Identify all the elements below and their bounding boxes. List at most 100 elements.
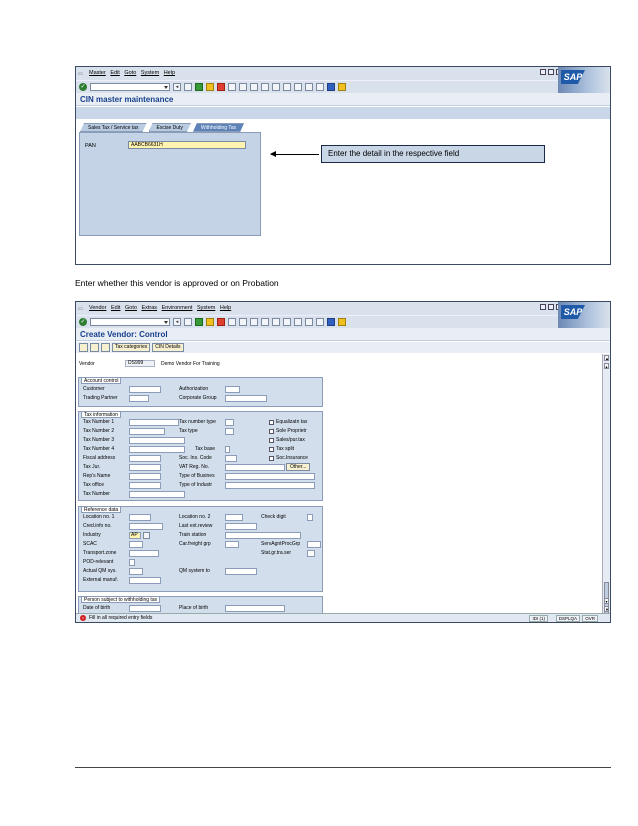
tax-number-2-field[interactable] — [129, 428, 165, 435]
help-icon[interactable] — [327, 318, 335, 326]
tax-base-field[interactable] — [225, 446, 230, 453]
new-session-icon[interactable] — [305, 318, 313, 326]
qm-system-field[interactable] — [225, 568, 257, 575]
first-page-icon[interactable] — [261, 318, 269, 326]
car-freight-field[interactable] — [225, 541, 239, 548]
menu-goto[interactable]: Goto — [125, 302, 137, 315]
menu-help[interactable]: Help — [220, 302, 231, 315]
tab-sales-tax[interactable]: Sales Tax / Service tax — [80, 123, 147, 132]
find-icon[interactable] — [239, 83, 247, 91]
type-of-industry-field[interactable] — [225, 482, 315, 489]
print-icon[interactable] — [228, 318, 236, 326]
find-icon[interactable] — [239, 318, 247, 326]
pan-field[interactable]: AABCB6631H — [128, 141, 246, 149]
minimize-icon[interactable] — [540, 69, 546, 75]
cancel-icon[interactable] — [217, 318, 225, 326]
tax-jur-field[interactable] — [129, 464, 161, 471]
pod-relevant-field[interactable] — [129, 559, 135, 566]
tax-number-field[interactable] — [129, 491, 185, 498]
shortcut-icon[interactable] — [316, 83, 324, 91]
tax-split-checkbox[interactable] — [269, 447, 274, 452]
tax-type-field[interactable] — [225, 428, 234, 435]
first-page-icon[interactable] — [261, 83, 269, 91]
transport-zone-field[interactable] — [129, 550, 159, 557]
print-icon[interactable] — [228, 83, 236, 91]
layout-icon[interactable] — [338, 83, 346, 91]
find-next-icon[interactable] — [250, 318, 258, 326]
info-icon[interactable] — [101, 343, 110, 352]
cancel-icon[interactable] — [217, 83, 225, 91]
last-ext-review-field[interactable] — [225, 523, 257, 530]
tab-withholding-tax[interactable]: Withholding Tax — [193, 123, 244, 132]
back-nav-icon[interactable]: ◂ — [173, 83, 181, 91]
prev-page-icon[interactable] — [272, 83, 280, 91]
menu-system[interactable]: System — [141, 67, 159, 80]
command-field[interactable] — [90, 83, 170, 91]
scroll-page-up-icon[interactable]: ▴ — [604, 363, 609, 369]
tax-categories-button[interactable]: Tax categories — [112, 343, 151, 352]
soc-insurance-checkbox[interactable] — [269, 456, 274, 461]
location-no-1-field[interactable] — [129, 514, 151, 521]
location-no-2-field[interactable] — [225, 514, 243, 521]
help-icon[interactable] — [327, 83, 335, 91]
command-field[interactable] — [90, 318, 170, 326]
next-screen-icon[interactable] — [90, 343, 99, 352]
reps-name-field[interactable] — [129, 473, 161, 480]
vat-reg-no-field[interactable] — [225, 464, 285, 471]
shortcut-icon[interactable] — [316, 318, 324, 326]
menu-environment[interactable]: Environment — [162, 302, 193, 315]
new-session-icon[interactable] — [305, 83, 313, 91]
enter-icon[interactable]: ✓ — [79, 318, 87, 326]
scroll-page-down-icon[interactable]: ▾ — [604, 598, 609, 604]
tax-number-type-field[interactable] — [225, 419, 234, 426]
place-of-birth-field[interactable] — [225, 605, 285, 612]
cin-details-button[interactable]: CIN Details — [152, 343, 184, 352]
actual-qm-field[interactable] — [129, 568, 143, 575]
previous-screen-icon[interactable] — [79, 343, 88, 352]
type-of-business-field[interactable] — [225, 473, 315, 480]
next-page-icon[interactable] — [283, 83, 291, 91]
prev-page-icon[interactable] — [272, 318, 280, 326]
menu-edit[interactable]: Edit — [110, 67, 119, 80]
last-page-icon[interactable] — [294, 83, 302, 91]
check-digit-field[interactable] — [307, 514, 313, 521]
maximize-icon[interactable] — [548, 69, 554, 75]
trading-partner-field[interactable] — [129, 395, 149, 402]
back-icon[interactable] — [195, 83, 203, 91]
tab-excise-duty[interactable]: Excise Duty — [149, 123, 191, 132]
tax-number-1-field[interactable] — [129, 419, 179, 426]
authorization-field[interactable] — [225, 386, 240, 393]
exit-icon[interactable] — [206, 83, 214, 91]
menu-edit[interactable]: Edit — [111, 302, 120, 315]
sole-proprietor-checkbox[interactable] — [269, 429, 274, 434]
tax-number-4-field[interactable] — [129, 446, 185, 453]
tax-number-3-field[interactable] — [129, 437, 185, 444]
vertical-scrollbar[interactable]: ▲ ▴ ▾ ▼ — [602, 354, 610, 618]
save-icon[interactable] — [184, 83, 192, 91]
sales-pur-tax-checkbox[interactable] — [269, 438, 274, 443]
corporate-group-field[interactable] — [225, 395, 267, 402]
exit-icon[interactable] — [206, 318, 214, 326]
customer-field[interactable] — [129, 386, 161, 393]
save-icon[interactable] — [184, 318, 192, 326]
back-nav-icon[interactable]: ◂ — [173, 318, 181, 326]
last-page-icon[interactable] — [294, 318, 302, 326]
train-station-field[interactable] — [225, 532, 301, 539]
equalization-tax-checkbox[interactable] — [269, 420, 274, 425]
fiscal-address-field[interactable] — [129, 455, 161, 462]
external-manuf-field[interactable] — [129, 577, 161, 584]
date-of-birth-field[interactable] — [129, 605, 161, 612]
back-icon[interactable] — [195, 318, 203, 326]
cred-info-field[interactable] — [129, 523, 163, 530]
tax-office-field[interactable] — [129, 482, 161, 489]
menu-goto[interactable]: Goto — [124, 67, 136, 80]
menu-help[interactable]: Help — [164, 67, 175, 80]
industry-field[interactable]: AP — [129, 532, 141, 539]
enter-icon[interactable]: ✓ — [79, 83, 87, 91]
scroll-down-icon[interactable]: ▼ — [604, 606, 609, 612]
next-page-icon[interactable] — [283, 318, 291, 326]
scac-field[interactable] — [129, 541, 143, 548]
menu-vendor[interactable]: Vendor — [89, 302, 106, 315]
other-button[interactable]: Other... — [286, 463, 311, 471]
minimize-icon[interactable] — [540, 304, 546, 310]
